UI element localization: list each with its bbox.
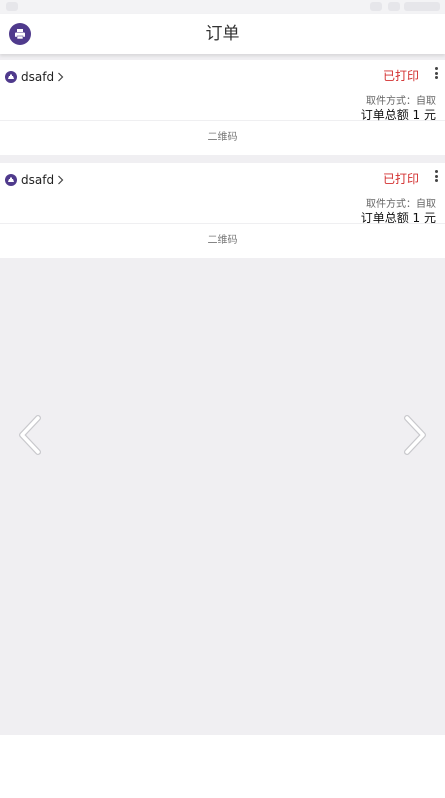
qr-code-button[interactable]: 二维码	[0, 224, 445, 258]
store-link[interactable]: dsafd	[5, 170, 64, 189]
order-list[interactable]: dsafd 已打印 取件方式：自取 订单总额 1 元 二维码 dsafd 已打印…	[0, 54, 445, 735]
next-arrow-icon[interactable]	[401, 414, 431, 456]
status-icon	[6, 2, 18, 11]
more-options-icon[interactable]	[433, 170, 439, 182]
pickup-method: 取件方式：自取	[366, 96, 436, 107]
order-card[interactable]: dsafd 已打印 取件方式：自取 订单总额 1 元 二维码	[0, 60, 445, 155]
order-total: 订单总额 1 元	[360, 211, 436, 225]
order-info: dsafd 已打印 取件方式：自取 订单总额 1 元	[0, 163, 445, 225]
signal-icon	[388, 2, 400, 11]
order-total: 订单总额 1 元	[360, 108, 436, 122]
store-name: dsafd	[21, 172, 55, 187]
store-avatar-icon	[5, 70, 17, 83]
wifi-icon	[370, 2, 382, 11]
bottom-area	[0, 735, 445, 798]
store-avatar-icon	[5, 173, 17, 186]
order-card[interactable]: dsafd 已打印 取件方式：自取 订单总额 1 元 二维码	[0, 163, 445, 258]
app-header: 订单	[0, 14, 445, 54]
chevron-right-icon	[57, 170, 64, 189]
previous-arrow-icon[interactable]	[14, 414, 44, 456]
store-name: dsafd	[21, 69, 55, 84]
order-status: 已打印	[382, 172, 419, 186]
chevron-right-icon	[57, 67, 64, 86]
status-bar	[0, 0, 445, 14]
pickup-method: 取件方式：自取	[366, 199, 436, 210]
more-options-icon[interactable]	[433, 67, 439, 79]
page-title: 订单	[205, 24, 240, 44]
order-status: 已打印	[382, 69, 419, 83]
order-info: dsafd 已打印 取件方式：自取 订单总额 1 元	[0, 60, 445, 122]
qr-code-button[interactable]: 二维码	[0, 121, 445, 155]
store-link[interactable]: dsafd	[5, 67, 64, 86]
battery-icon	[404, 2, 440, 11]
